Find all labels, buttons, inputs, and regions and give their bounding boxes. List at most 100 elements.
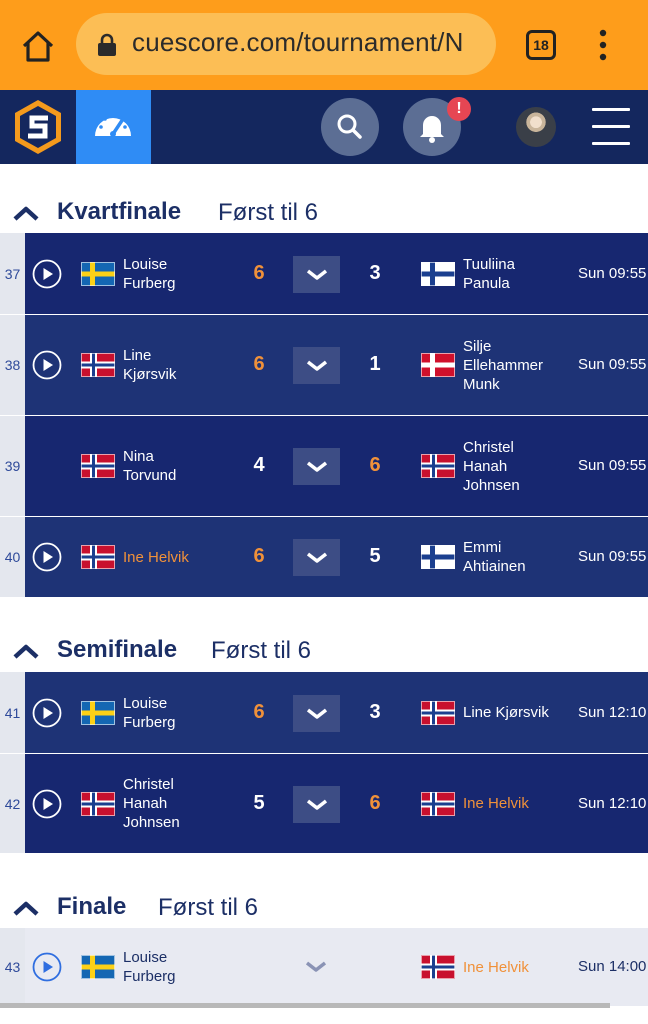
player1-score: 6: [253, 353, 265, 375]
search-icon: [337, 114, 362, 139]
section-header[interactable]: Kvartfinale Først til 6: [0, 193, 648, 233]
avatar[interactable]: [516, 107, 556, 147]
match-number: 39: [0, 416, 25, 516]
player2-score: 3: [369, 261, 381, 284]
player1-score: 6: [253, 545, 265, 567]
player2-name[interactable]: Line Kjørsvik: [463, 703, 549, 722]
player2-name[interactable]: Ine Helvik: [463, 794, 529, 813]
play-icon[interactable]: [32, 789, 62, 819]
play-icon[interactable]: [32, 698, 62, 728]
player2-flag-icon: [421, 955, 455, 979]
player1-name[interactable]: Line Kjørsvik: [123, 346, 176, 384]
hamburger-menu-icon[interactable]: [592, 108, 630, 146]
dashboard-tab[interactable]: [76, 90, 151, 164]
match-number: 37: [0, 233, 25, 314]
player1-name[interactable]: Nina Torvund: [123, 447, 176, 485]
player1-score: 5: [253, 791, 265, 814]
player2-name[interactable]: Silje Ellehammer Munk: [463, 337, 543, 394]
tab-switcher-button[interactable]: 18: [526, 30, 556, 60]
player2-flag-icon: [421, 353, 455, 377]
match-time: Sun 12:10: [578, 703, 647, 721]
caret-up-icon[interactable]: [12, 205, 40, 221]
chevron-down-icon: [306, 708, 328, 719]
notification-badge: !: [447, 97, 471, 121]
player1-flag-icon: [81, 791, 115, 816]
lock-icon: [98, 33, 116, 56]
player1-flag-icon: [81, 700, 115, 725]
player2-name[interactable]: Christel Hanah Johnsen: [463, 438, 520, 495]
match-number: 38: [0, 315, 25, 415]
round-rule: Først til 6: [158, 894, 258, 921]
player1-score: 6: [253, 700, 265, 723]
player1-flag-icon: [81, 261, 115, 286]
player2-score: 6: [369, 454, 381, 476]
play-icon[interactable]: [32, 952, 62, 982]
expand-match-button[interactable]: [293, 539, 340, 576]
round-title: Kvartfinale: [57, 198, 182, 225]
chevron-down-icon: [306, 799, 328, 810]
player1-flag-icon: [81, 545, 115, 569]
player1-flag-icon: [81, 454, 115, 478]
home-icon[interactable]: [18, 26, 58, 66]
expand-match-button[interactable]: [293, 255, 340, 293]
match-number: 42: [0, 754, 25, 853]
player2-name[interactable]: Tuuliina Panula: [463, 255, 515, 293]
match-number: 40: [0, 517, 25, 597]
url-bar[interactable]: cuescore.com/tournament/N: [76, 13, 496, 75]
player2-score: 5: [369, 545, 381, 567]
match-row[interactable]: 37 Louise Furberg 6 3 Tuuliina Panula Sun 09:55: [0, 233, 648, 314]
player1-name[interactable]: Louise Furberg: [123, 255, 176, 293]
player2-flag-icon: [421, 791, 455, 816]
chevron-down-icon: [306, 269, 328, 280]
url-text: cuescore.com/tournament/N: [132, 27, 464, 57]
player2-score: 1: [369, 353, 381, 375]
player2-flag-icon: [421, 545, 455, 569]
match-time: Sun 09:55: [578, 457, 647, 474]
browser-toolbar: cuescore.com/tournament/N 18: [0, 0, 648, 90]
play-icon[interactable]: [32, 259, 62, 289]
match-time: Sun 12:10: [578, 794, 647, 812]
match-row[interactable]: 43 Louise Furberg Ine Helvik Sun 14:00: [0, 928, 648, 1006]
match-row[interactable]: 41 Louise Furberg 6 3 Line Kjørsvik Sun 12:10: [0, 672, 648, 753]
match-row[interactable]: 40 Ine Helvik 6 5 Emmi Ahtiainen Sun 09:55: [0, 517, 648, 597]
player2-flag-icon: [421, 454, 455, 478]
chevron-down-icon[interactable]: [305, 961, 327, 973]
expand-match-button[interactable]: [293, 694, 340, 732]
player1-name[interactable]: Christel Hanah Johnsen: [123, 775, 180, 832]
expand-match-button[interactable]: [293, 448, 340, 485]
player1-score: 6: [253, 261, 265, 284]
section-header[interactable]: Semifinale Først til 6: [0, 631, 648, 671]
round-title: Semifinale: [57, 636, 178, 663]
horizontal-scrollbar[interactable]: [0, 1003, 610, 1008]
play-icon[interactable]: [32, 350, 62, 380]
more-menu-icon[interactable]: [596, 28, 610, 62]
expand-match-button[interactable]: [293, 785, 340, 823]
player1-name[interactable]: Ine Helvik: [123, 548, 189, 567]
player1-name[interactable]: Louise Furberg: [123, 694, 176, 732]
search-button[interactable]: [321, 98, 379, 156]
match-row[interactable]: 39 Nina Torvund 4 6 Christel Hanah Johnsen Sun 0…: [0, 416, 648, 516]
speedometer-icon: [95, 114, 131, 137]
match-row[interactable]: 38 Line Kjørsvik 6 1 Silje Ellehammer Munk Sun 0…: [0, 315, 648, 415]
section-header[interactable]: Finale Først til 6: [0, 888, 648, 928]
cuescore-logo[interactable]: [12, 98, 64, 156]
match-row[interactable]: 42 Christel Hanah Johnsen 5 6 Ine Helvik Sun 12…: [0, 754, 648, 853]
player1-flag-icon: [81, 353, 115, 377]
caret-up-icon[interactable]: [12, 900, 40, 916]
caret-up-icon[interactable]: [12, 643, 40, 659]
play-icon[interactable]: [32, 542, 62, 572]
player2-name[interactable]: Emmi Ahtiainen: [463, 538, 526, 576]
player2-score: 3: [369, 700, 381, 723]
match-time: Sun 09:55: [578, 548, 647, 565]
player1-name[interactable]: Louise Furberg: [123, 948, 176, 986]
player1-flag-icon: [81, 955, 115, 979]
round-title: Finale: [57, 893, 127, 920]
match-time: Sun 09:55: [578, 356, 647, 373]
chevron-down-icon: [306, 360, 328, 371]
player2-name[interactable]: Ine Helvik: [463, 958, 529, 977]
round-rule: Først til 6: [218, 199, 318, 226]
chevron-down-icon: [306, 461, 328, 472]
match-number: 41: [0, 672, 25, 753]
expand-match-button[interactable]: [293, 347, 340, 384]
match-time: Sun 14:00: [578, 958, 647, 975]
